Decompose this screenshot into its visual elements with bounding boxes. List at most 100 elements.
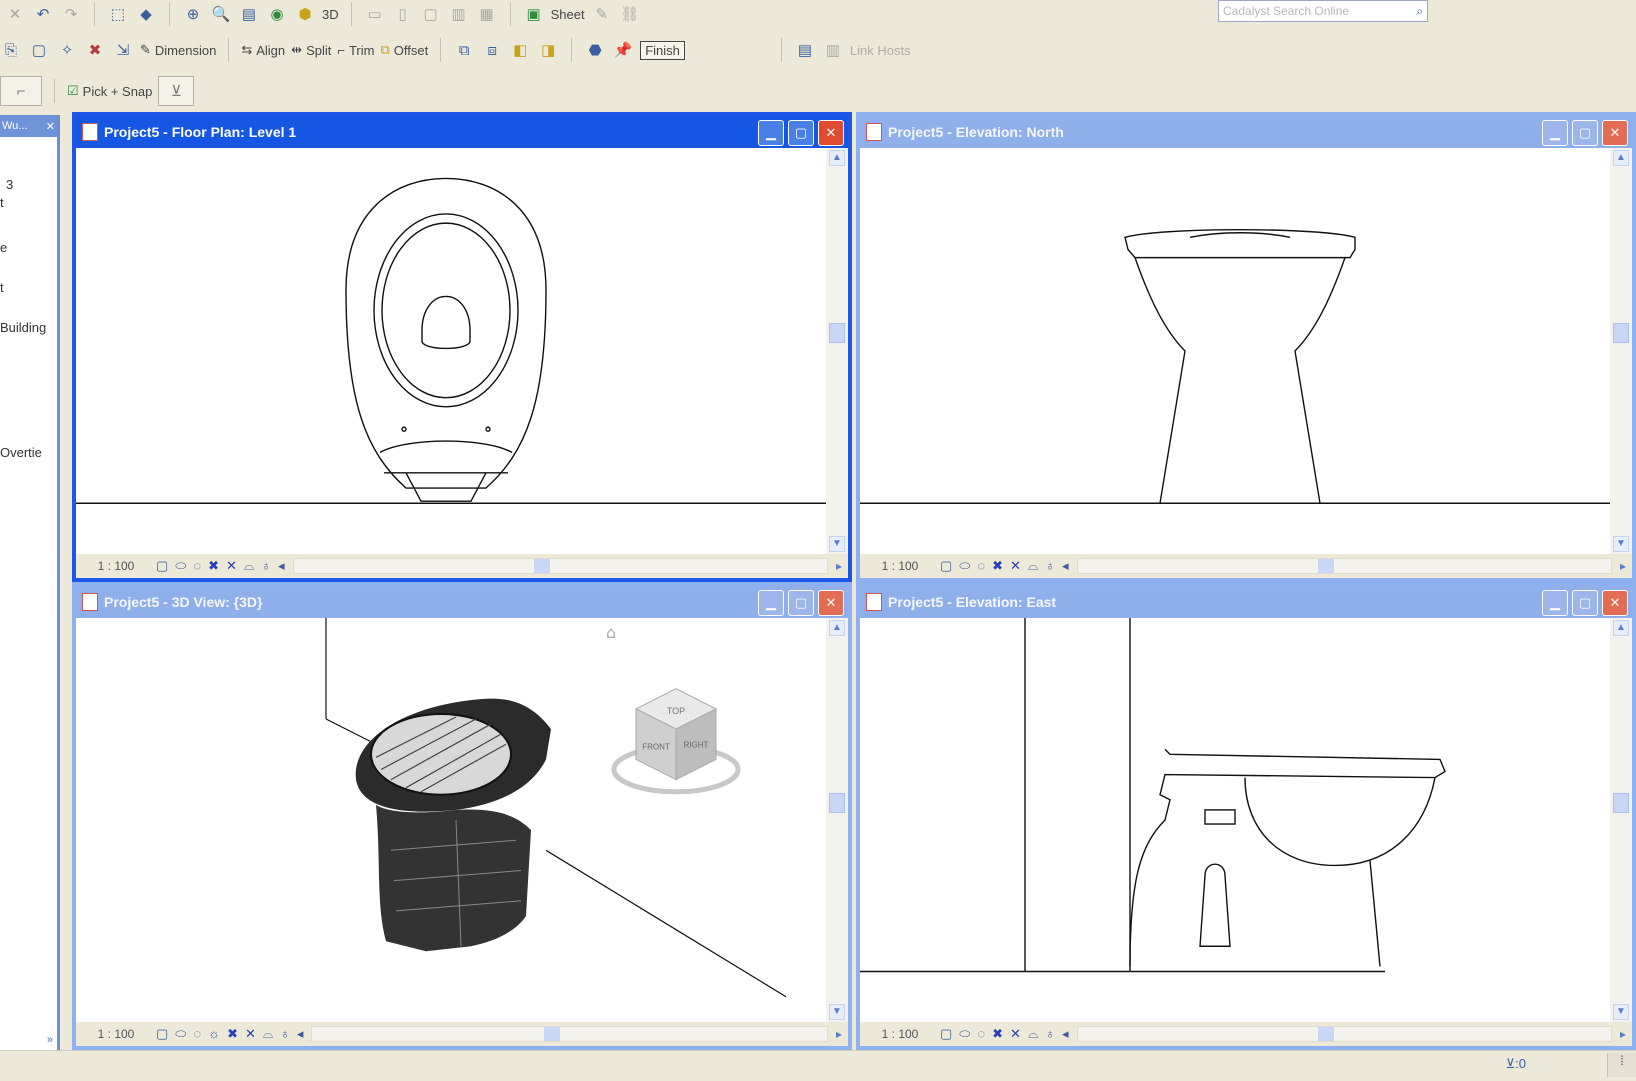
scroll-up-icon[interactable]: ▲ (829, 150, 845, 166)
browser-item[interactable]: t (0, 280, 4, 295)
scroll-thumb[interactable] (1317, 1027, 1334, 1041)
filter-icon[interactable]: ⊻ (158, 76, 195, 106)
scroll-down-icon[interactable]: ▼ (829, 536, 845, 552)
window-titlebar[interactable]: Project5 - Elevation: North ▁ ▢ ✕ (860, 116, 1632, 148)
temp-hide-icon[interactable]: ⌓ (263, 1026, 273, 1042)
viewcube-widget[interactable]: TOP FRONT RIGHT ⌂ (606, 623, 741, 795)
window-titlebar[interactable]: Project5 - Floor Plan: Level 1 ▁ ▢ ✕ (76, 116, 848, 148)
visual-style-icon[interactable]: ⬭ (959, 558, 970, 574)
visual-style-icon[interactable]: ⬭ (175, 1026, 186, 1042)
minimize-button[interactable]: ▁ (1542, 590, 1568, 616)
crop-icon[interactable]: ✖ (227, 1026, 238, 1042)
scroll-up-icon[interactable]: ▲ (1613, 620, 1629, 636)
browser-item[interactable]: e (0, 240, 7, 255)
undo-icon[interactable]: ↶ (32, 3, 54, 25)
crop-region-icon[interactable]: ✕ (226, 558, 237, 574)
scroll-down-icon[interactable]: ▼ (1613, 536, 1629, 552)
new-sheet-icon[interactable]: ▣ (523, 3, 545, 25)
scroll-left-icon[interactable]: ◂ (1062, 1026, 1069, 1042)
crop-region-icon[interactable]: ✕ (1010, 558, 1021, 574)
copy-view-icon[interactable]: ⧉ (453, 39, 475, 61)
detail-level-icon[interactable]: ▢ (940, 1026, 952, 1042)
view-window-floor-plan[interactable]: Project5 - Floor Plan: Level 1 ▁ ▢ ✕ ▲ ▼ (72, 112, 852, 582)
tag-icon[interactable]: ◆ (135, 3, 157, 25)
scroll-right-icon[interactable]: ▸ (836, 559, 842, 573)
close-button[interactable]: ✕ (818, 120, 844, 146)
legend-icon[interactable]: ▦ (476, 3, 498, 25)
scroll-up-icon[interactable]: ▲ (1613, 150, 1629, 166)
copy-icon[interactable]: ⎘ (0, 39, 22, 61)
drawing-canvas[interactable] (860, 618, 1610, 1022)
mirror-icon[interactable]: ◧ (509, 39, 531, 61)
delete-icon[interactable]: ✖ (84, 39, 106, 61)
scroll-thumb[interactable] (543, 1027, 560, 1041)
3d-view-icon[interactable]: ⬢ (294, 3, 316, 25)
maximize-button[interactable]: ▢ (788, 120, 814, 146)
crop-icon[interactable]: ✖ (992, 558, 1003, 574)
scroll-left-icon[interactable]: ◂ (1062, 558, 1069, 574)
minimize-button[interactable]: ▁ (758, 120, 784, 146)
view-scale[interactable]: 1 : 100 (76, 1027, 156, 1041)
minimize-button[interactable]: ▁ (1542, 120, 1568, 146)
paste-icon[interactable]: ▢ (28, 39, 50, 61)
shadows-icon[interactable]: ◌ (193, 558, 201, 574)
selection-filter[interactable]: ⊻:0 (1506, 1056, 1526, 1072)
offset-button[interactable]: ⧉ Offset (380, 42, 428, 58)
zoom-region-icon[interactable]: 🔍 (210, 3, 232, 25)
view-window-elevation-east[interactable]: Project5 - Elevation: East ▁ ▢ ✕ ▲ ▼ 1 : (856, 582, 1636, 1050)
elevation-icon[interactable]: ▯ (392, 3, 414, 25)
scroll-up-icon[interactable]: ▲ (829, 620, 845, 636)
minimize-button[interactable]: ▁ (758, 590, 784, 616)
scroll-right-icon[interactable]: ▸ (836, 1027, 842, 1041)
link-hosts-button[interactable]: Link Hosts (850, 43, 911, 58)
sheet-button[interactable]: Sheet (551, 7, 585, 22)
maximize-button[interactable]: ▢ (1572, 120, 1598, 146)
measure-icon[interactable]: ⇲ (112, 39, 134, 61)
crop-icon[interactable]: ✖ (208, 558, 219, 574)
temp-hide-icon[interactable]: ⌓ (1028, 558, 1038, 574)
scroll-right-icon[interactable]: ▸ (1620, 559, 1626, 573)
lightbulb-icon[interactable]: ♁ (1045, 1026, 1055, 1042)
view-scale[interactable]: 1 : 100 (860, 1027, 940, 1041)
scroll-down-icon[interactable]: ▼ (1613, 1004, 1629, 1020)
drawing-canvas[interactable] (76, 148, 826, 554)
scroll-left-icon[interactable]: ◂ (297, 1026, 304, 1042)
modify-icon[interactable]: ⌐ (0, 76, 42, 106)
zoom-icon[interactable]: ⊕ (182, 3, 204, 25)
shadows-icon[interactable]: ◌ (977, 558, 985, 574)
temp-hide-icon[interactable]: ⌓ (244, 558, 254, 574)
view-scale[interactable]: 1 : 100 (860, 559, 940, 573)
search-input[interactable]: Cadalyst Search Online ⌕ (1218, 0, 1428, 22)
vertical-scrollbar[interactable]: ▲ ▼ (826, 618, 848, 1022)
window-titlebar[interactable]: Project5 - 3D View: {3D} ▁ ▢ ✕ (76, 586, 848, 618)
window-titlebar[interactable]: Project5 - Elevation: East ▁ ▢ ✕ (860, 586, 1632, 618)
lightbulb-icon[interactable]: ♁ (1045, 558, 1055, 574)
sun-path-icon[interactable]: ☼ (208, 1026, 220, 1042)
crop-icon[interactable]: ✖ (992, 1026, 1003, 1042)
view-properties-icon[interactable]: ▤ (238, 3, 260, 25)
detail-level-icon[interactable]: ▢ (940, 558, 952, 574)
select-region-icon[interactable]: ⬚ (107, 3, 129, 25)
pencil-icon[interactable]: ✎ (591, 3, 613, 25)
link-icon[interactable]: ⛓ (619, 3, 641, 25)
scroll-thumb[interactable] (1613, 323, 1629, 343)
group-icon[interactable]: ⬣ (584, 39, 606, 61)
crop-region-icon[interactable]: ✕ (1010, 1026, 1021, 1042)
lightbulb-icon[interactable]: ♁ (261, 558, 271, 574)
section-icon[interactable]: ▭ (364, 3, 386, 25)
browser-item[interactable]: 3 (6, 177, 13, 192)
drawing-canvas[interactable]: TOP FRONT RIGHT ⌂ (76, 618, 826, 1022)
browser-item[interactable]: Building (0, 320, 46, 335)
rotate-icon[interactable]: ◨ (537, 39, 559, 61)
view-window-3d[interactable]: Project5 - 3D View: {3D} ▁ ▢ ✕ TOP FRONT… (72, 582, 852, 1050)
vertical-scrollbar[interactable]: ▲ ▼ (826, 148, 848, 554)
trim-button[interactable]: ⌐ Trim (337, 43, 374, 58)
detail-level-icon[interactable]: ▢ (156, 1026, 168, 1042)
callout-icon[interactable]: ▢ (420, 3, 442, 25)
drafting-icon[interactable]: ▥ (448, 3, 470, 25)
pin-icon[interactable]: 📌 (612, 39, 634, 61)
array-icon[interactable]: ⧈ (481, 39, 503, 61)
vertical-scrollbar[interactable]: ▲ ▼ (1610, 618, 1632, 1022)
scroll-thumb[interactable] (533, 559, 550, 573)
scroll-down-icon[interactable]: ▼ (829, 1004, 845, 1020)
